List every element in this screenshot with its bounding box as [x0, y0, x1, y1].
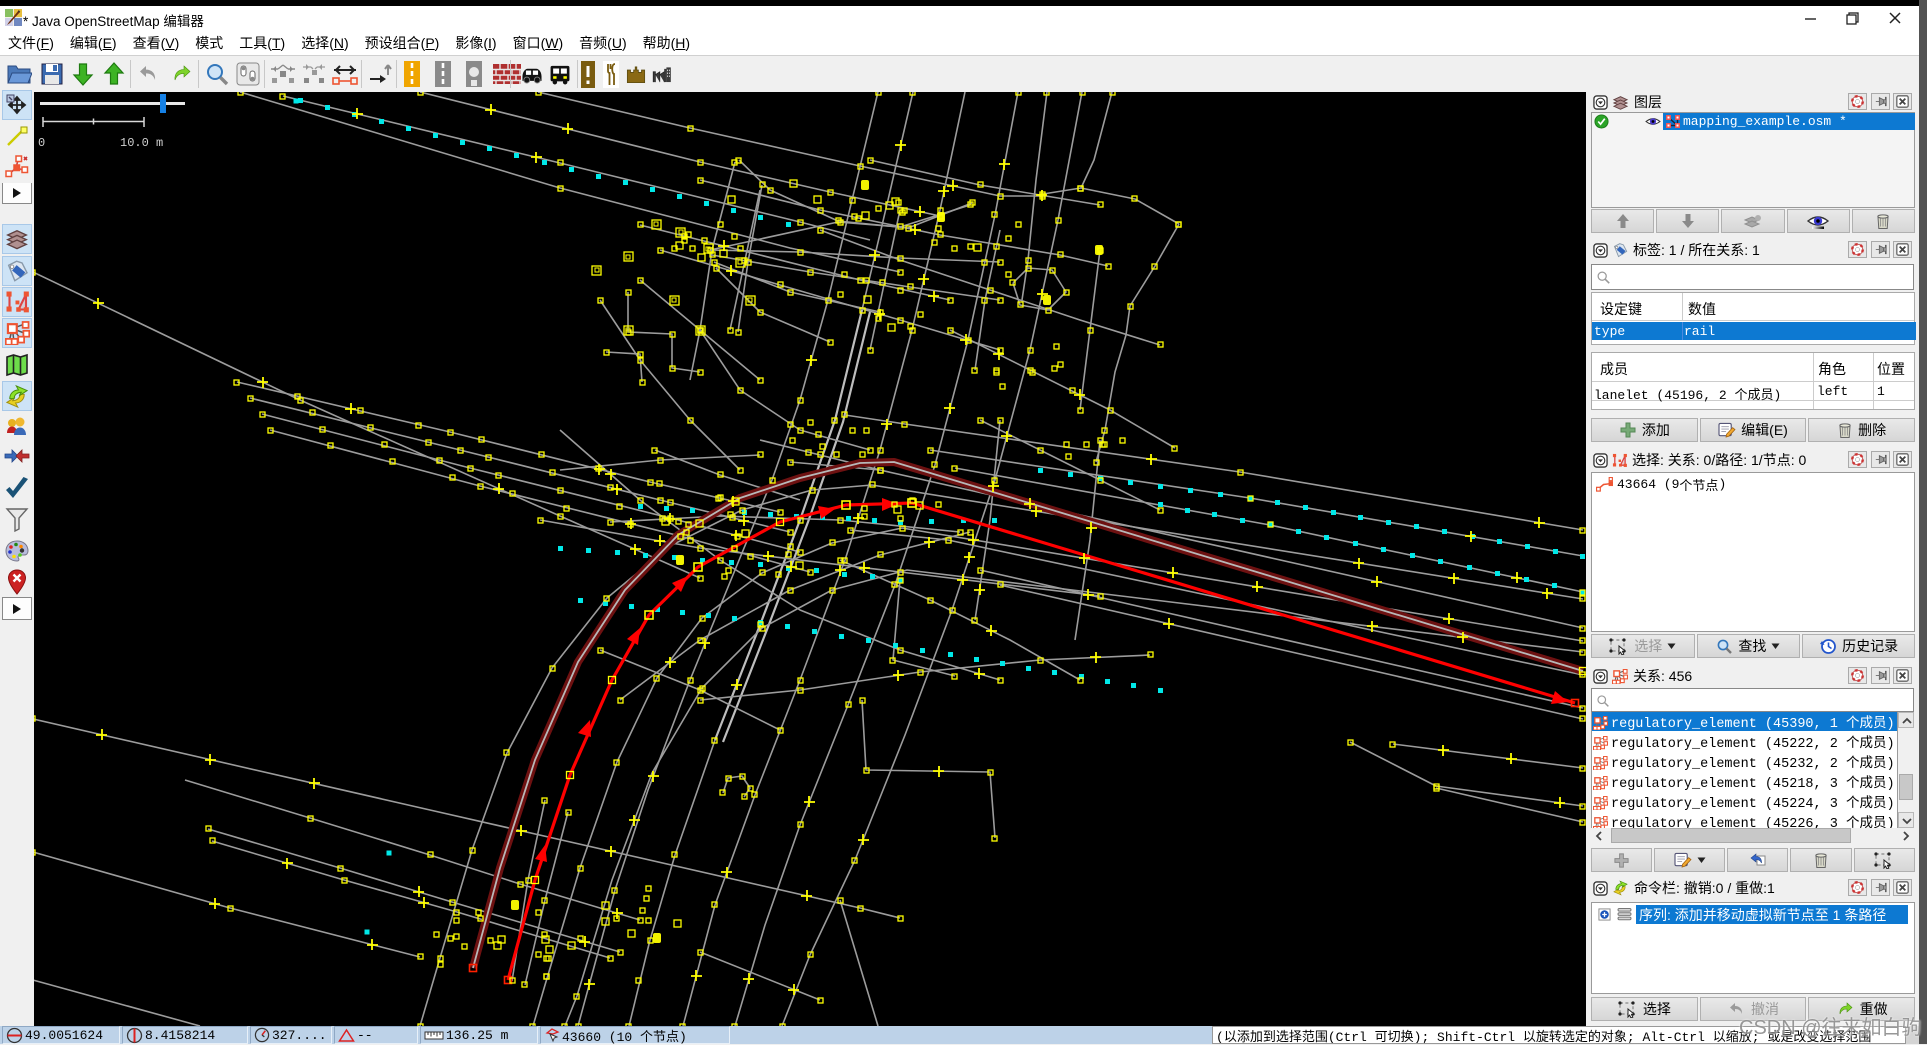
svg-text:0: 0: [38, 136, 45, 150]
svg-text:10.0 m: 10.0 m: [120, 136, 163, 150]
